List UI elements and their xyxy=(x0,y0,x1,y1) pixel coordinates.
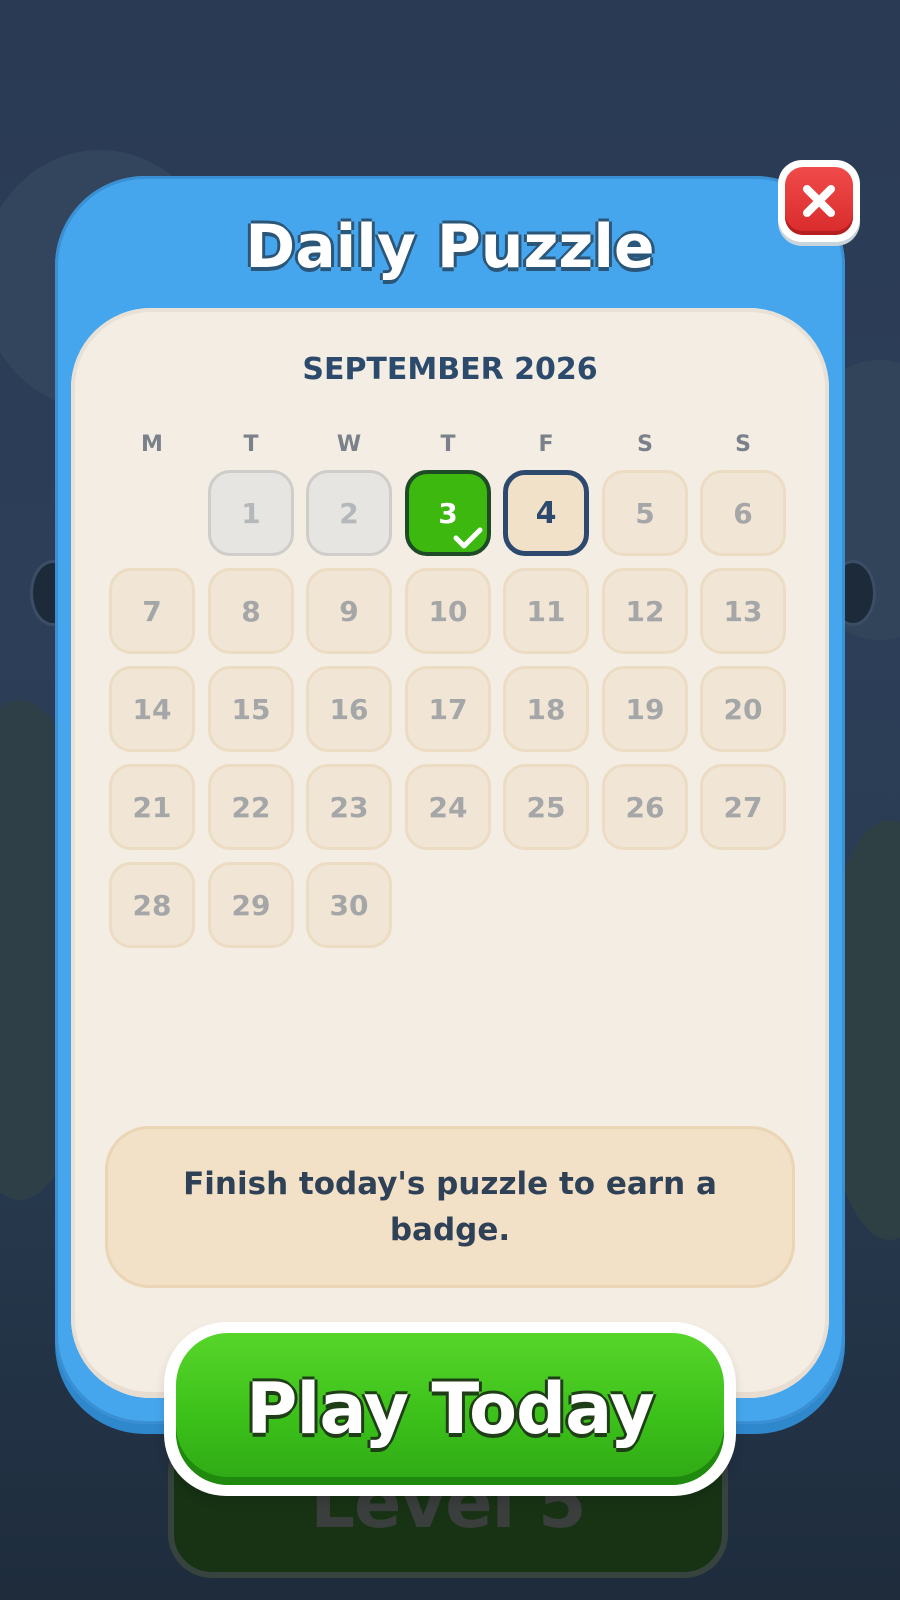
day-number: 14 xyxy=(132,692,172,726)
day-number: 16 xyxy=(329,692,369,726)
calendar-day-locked: 24 xyxy=(405,764,491,850)
calendar-day-locked: 12 xyxy=(602,568,688,654)
day-number: 7 xyxy=(142,594,162,628)
day-number: 15 xyxy=(231,692,271,726)
day-number: 21 xyxy=(132,790,172,824)
weekday-label-mon: M xyxy=(141,432,163,457)
calendar-day-locked: 30 xyxy=(306,862,392,948)
day-number: 29 xyxy=(231,888,271,922)
check-icon xyxy=(453,527,483,549)
calendar-day-locked: 21 xyxy=(109,764,195,850)
game-screen: Level 5 Daily Puzzle SEPTEMBER 2026 M T … xyxy=(0,0,900,1600)
weekday-label-thu: T xyxy=(440,432,456,457)
close-button-face[interactable] xyxy=(785,167,853,235)
day-number: 9 xyxy=(339,594,359,628)
day-number: 28 xyxy=(132,888,172,922)
play-today-button-face[interactable]: Play Today xyxy=(176,1333,724,1485)
day-number: 23 xyxy=(329,790,369,824)
daily-puzzle-modal: Daily Puzzle SEPTEMBER 2026 M T W T F S … xyxy=(55,176,845,1496)
close-icon xyxy=(803,185,835,217)
month-label: SEPTEMBER 2026 xyxy=(302,352,598,387)
weekday-label-wed: W xyxy=(336,432,362,457)
calendar-day-locked: 23 xyxy=(306,764,392,850)
calendar-day-locked: 27 xyxy=(700,764,786,850)
calendar-day-past: 2 xyxy=(306,470,392,556)
day-number: 19 xyxy=(625,692,665,726)
calendar-day-locked: 16 xyxy=(306,666,392,752)
calendar-day-locked: 9 xyxy=(306,568,392,654)
calendar-day-locked: 28 xyxy=(109,862,195,948)
calendar-day-locked: 14 xyxy=(109,666,195,752)
day-number: 3 xyxy=(438,496,458,530)
calendar-day-locked: 20 xyxy=(700,666,786,752)
calendar-day-locked: 26 xyxy=(602,764,688,850)
day-number: 24 xyxy=(428,790,468,824)
day-number: 1 xyxy=(241,496,261,530)
day-number: 6 xyxy=(733,496,753,530)
day-number: 13 xyxy=(723,594,763,628)
close-button[interactable] xyxy=(778,160,860,242)
calendar-day-today[interactable]: 4 xyxy=(503,470,589,556)
calendar-day-locked: 6 xyxy=(700,470,786,556)
day-number: 27 xyxy=(723,790,763,824)
calendar-day-locked: 17 xyxy=(405,666,491,752)
calendar-day-locked: 19 xyxy=(602,666,688,752)
info-message-box: Finish today's puzzle to earn a badge. xyxy=(105,1126,795,1288)
day-number: 18 xyxy=(526,692,566,726)
calendar-panel: SEPTEMBER 2026 M T W T F S S 1 2 3 4 5 6… xyxy=(71,308,829,1496)
day-number: 10 xyxy=(428,594,468,628)
day-number: 12 xyxy=(625,594,665,628)
calendar-day-locked: 11 xyxy=(503,568,589,654)
calendar-day-completed[interactable]: 3 xyxy=(405,470,491,556)
play-today-label: Play Today xyxy=(246,1368,655,1450)
weekday-label-sat: S xyxy=(637,432,653,457)
calendar-day-locked: 15 xyxy=(208,666,294,752)
weekday-label-fri: F xyxy=(538,432,554,457)
info-message-text: Finish today's puzzle to earn a badge. xyxy=(183,1166,717,1248)
day-number: 26 xyxy=(625,790,665,824)
calendar-day-locked: 13 xyxy=(700,568,786,654)
day-number: 30 xyxy=(329,888,369,922)
day-number: 4 xyxy=(535,495,557,531)
play-today-button[interactable]: Play Today xyxy=(164,1322,736,1496)
day-number: 17 xyxy=(428,692,468,726)
weekday-label-sun: S xyxy=(735,432,751,457)
calendar-day-locked: 7 xyxy=(109,568,195,654)
calendar-day-locked: 25 xyxy=(503,764,589,850)
calendar-day-past: 1 xyxy=(208,470,294,556)
calendar-day-locked: 22 xyxy=(208,764,294,850)
calendar-day-locked: 5 xyxy=(602,470,688,556)
weekday-label-tue: T xyxy=(243,432,259,457)
calendar-day-locked: 10 xyxy=(405,568,491,654)
modal-title: Daily Puzzle xyxy=(245,212,655,282)
day-number: 11 xyxy=(526,594,566,628)
day-number: 20 xyxy=(723,692,763,726)
day-number: 5 xyxy=(635,496,655,530)
day-number: 8 xyxy=(241,594,261,628)
calendar-day-locked: 18 xyxy=(503,666,589,752)
calendar-day-locked: 8 xyxy=(208,568,294,654)
day-number: 2 xyxy=(339,496,359,530)
day-number: 25 xyxy=(526,790,566,824)
calendar-day-locked: 29 xyxy=(208,862,294,948)
day-number: 22 xyxy=(231,790,271,824)
